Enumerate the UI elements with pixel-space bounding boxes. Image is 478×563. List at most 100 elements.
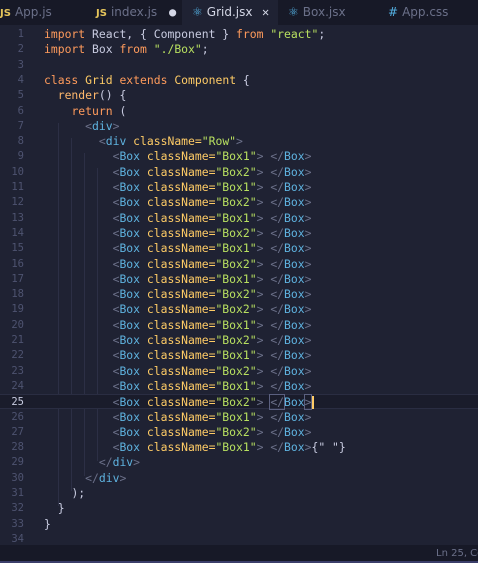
code-text: <Box className="Box2"> </Box> bbox=[44, 287, 312, 302]
code-line[interactable]: 14 <Box className="Box2"> </Box> bbox=[0, 226, 478, 241]
code-line[interactable]: 29 </div> bbox=[0, 455, 478, 470]
code-token: "Box2" bbox=[215, 424, 257, 439]
tab-app-css[interactable]: # App.css bbox=[388, 0, 468, 25]
line-number: 24 bbox=[11, 379, 24, 392]
code-token: </ bbox=[270, 164, 285, 179]
code-token: </ bbox=[270, 440, 285, 455]
code-token: Box bbox=[284, 363, 305, 378]
code-token: > bbox=[304, 409, 312, 424]
code-line[interactable]: 11 <Box className="Box1"> </Box> bbox=[0, 180, 478, 195]
code-line[interactable]: 24 <Box className="Box1"> </Box> bbox=[0, 379, 478, 394]
tab-app-js[interactable]: JS App.js bbox=[0, 0, 86, 25]
code-token: Box bbox=[119, 302, 141, 317]
code-token: Box bbox=[119, 241, 141, 256]
code-token: "Box1" bbox=[215, 180, 257, 194]
code-token: div bbox=[98, 470, 120, 485]
code-line[interactable]: 3 bbox=[0, 58, 478, 73]
code-line[interactable]: 4 class Grid extends Component { bbox=[0, 73, 478, 88]
code-token: "Box2" bbox=[215, 302, 257, 317]
line-number: 33 bbox=[11, 517, 24, 530]
line-number: 23 bbox=[11, 364, 24, 377]
code-text: <Box className="Box1"> </Box> bbox=[44, 241, 312, 256]
code-token: Box bbox=[119, 180, 141, 194]
code-token: > bbox=[304, 287, 312, 302]
code-token: className= bbox=[140, 395, 216, 410]
code-line[interactable]: 33} bbox=[0, 517, 478, 532]
code-token: className= bbox=[140, 348, 216, 363]
code-editor[interactable]: 1 import React, { Component } from "react… bbox=[0, 25, 478, 545]
code-token: > bbox=[119, 470, 127, 485]
code-line[interactable]: 20 <Box className="Box1"> </Box> bbox=[0, 318, 478, 333]
unsaved-dot-icon[interactable]: ● bbox=[169, 0, 176, 25]
code-token: > bbox=[133, 455, 141, 470]
code-token: > bbox=[304, 210, 312, 225]
code-token: Box bbox=[119, 164, 141, 179]
line-number: 30 bbox=[11, 471, 24, 484]
code-line[interactable]: 7 <div> bbox=[0, 119, 478, 134]
line-number: 16 bbox=[11, 257, 24, 270]
code-token: > bbox=[304, 333, 312, 347]
code-line[interactable]: 16 <Box className="Box2"> </Box> bbox=[0, 257, 478, 272]
code-token: div bbox=[112, 455, 134, 470]
code-line[interactable]: 10 <Box className="Box2"> </Box> bbox=[0, 165, 478, 180]
text-cursor bbox=[312, 396, 315, 410]
code-line[interactable]: 17 <Box className="Box1"> </Box> bbox=[0, 272, 478, 287]
code-text: <Box className="Box2"> </Box> bbox=[44, 394, 315, 411]
code-token: "Box2" bbox=[215, 256, 257, 271]
code-text: ); bbox=[44, 486, 85, 501]
code-token: Box bbox=[119, 348, 141, 363]
code-line[interactable]: 1 import React, { Component } from "react… bbox=[0, 27, 478, 42]
code-token: Box bbox=[284, 149, 305, 164]
tab-bar: JS App.js JS index.js ● ⚛ Grid.jsx ✕ ⚛ Box.j… bbox=[0, 0, 478, 25]
code-token: "Box2" bbox=[215, 164, 257, 179]
tab-box-jsx[interactable]: ⚛ Box.jsx bbox=[288, 0, 368, 25]
code-token: > bbox=[304, 317, 312, 332]
line-number: 10 bbox=[11, 165, 24, 178]
code-line[interactable]: 27 <Box className="Box2"> </Box> bbox=[0, 425, 478, 440]
code-token: </ bbox=[270, 195, 285, 210]
code-token: </ bbox=[270, 210, 285, 225]
code-line[interactable]: 8 <div className="Row"> bbox=[0, 134, 478, 149]
code-token: </ bbox=[270, 225, 285, 240]
code-line[interactable]: 5 render() { bbox=[0, 88, 478, 103]
line-number: 12 bbox=[11, 196, 24, 209]
code-text: <Box className="Box1"> </Box>{" "} bbox=[44, 440, 346, 455]
code-text: import React, { Component } from "react"… bbox=[44, 27, 325, 42]
code-line[interactable]: 12 <Box className="Box2"> </Box> bbox=[0, 195, 478, 210]
code-text: </div> bbox=[44, 455, 140, 470]
code-token: Component bbox=[167, 72, 237, 87]
code-line[interactable]: 21 <Box className="Box2"> </Box> bbox=[0, 333, 478, 348]
code-line[interactable]: 28 <Box className="Box1"> </Box>{" "} bbox=[0, 440, 478, 455]
code-line[interactable]: 23 <Box className="Box2"> </Box> bbox=[0, 364, 478, 379]
code-text: <Box className="Box1"> </Box> bbox=[44, 272, 312, 287]
code-line[interactable]: 18 <Box className="Box2"> </Box> bbox=[0, 287, 478, 302]
code-line[interactable]: 13 <Box className="Box1"> </Box> bbox=[0, 211, 478, 226]
code-line[interactable]: 26 <Box className="Box1"> </Box> bbox=[0, 410, 478, 425]
code-token: Box bbox=[119, 440, 141, 455]
code-line[interactable]: 32 } bbox=[0, 501, 478, 516]
code-line[interactable]: 19 <Box className="Box2"> </Box> bbox=[0, 302, 478, 317]
code-token: ( bbox=[112, 103, 127, 118]
code-text: <Box className="Box1"> </Box> bbox=[44, 379, 312, 394]
code-token: Box bbox=[284, 287, 305, 302]
code-line[interactable]: 9 <Box className="Box1"> </Box> bbox=[0, 149, 478, 164]
line-number: 25 bbox=[11, 396, 24, 409]
code-line[interactable]: 30 </div> bbox=[0, 471, 478, 486]
code-line[interactable]: 25 <Box className="Box2"> </Box> bbox=[0, 394, 478, 411]
code-line[interactable]: 22 <Box className="Box1"> </Box> bbox=[0, 348, 478, 363]
code-token: "Box1" bbox=[215, 440, 257, 455]
code-line[interactable]: 6 return ( bbox=[0, 104, 478, 119]
line-number: 29 bbox=[11, 456, 24, 469]
code-token: </ bbox=[270, 424, 285, 439]
line-number: 9 bbox=[17, 150, 24, 163]
code-token: className= bbox=[140, 256, 216, 271]
code-token: > bbox=[304, 348, 312, 363]
code-text: <Box className="Box2"> </Box> bbox=[44, 195, 312, 210]
tab-label: App.css bbox=[402, 5, 449, 19]
line-number: 26 bbox=[11, 410, 24, 423]
code-token: > bbox=[303, 394, 313, 411]
close-icon[interactable]: ✕ bbox=[262, 0, 269, 25]
code-line[interactable]: 2 import Box from "./Box"; bbox=[0, 42, 478, 57]
code-line[interactable]: 31 ); bbox=[0, 486, 478, 501]
code-line[interactable]: 15 <Box className="Box1"> </Box> bbox=[0, 241, 478, 256]
